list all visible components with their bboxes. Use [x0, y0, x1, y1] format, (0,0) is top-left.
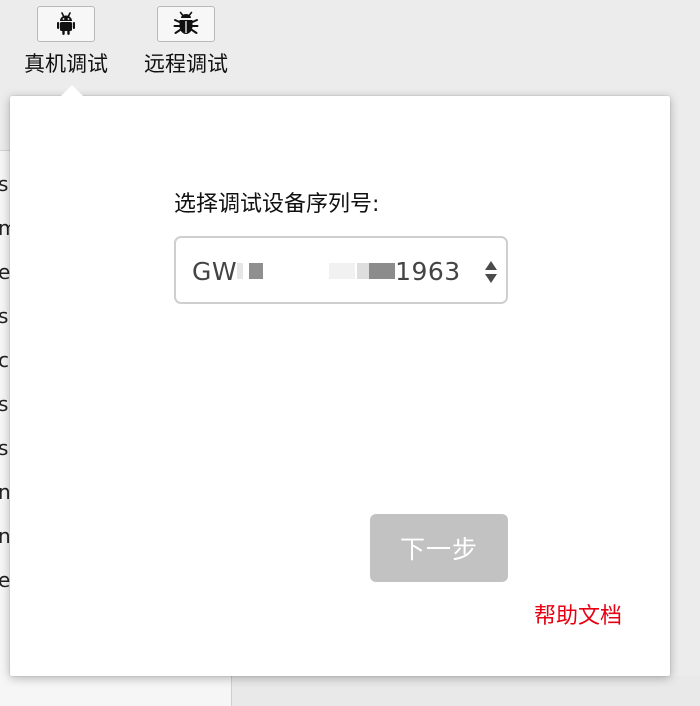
- background-content-area: [232, 676, 700, 706]
- list-item[interactable]: s: [0, 437, 8, 459]
- bug-icon: [173, 11, 199, 34]
- redaction-mark: [329, 263, 356, 279]
- popover-arrow: [61, 85, 83, 96]
- list-item[interactable]: s: [0, 305, 8, 327]
- redaction-mark: [237, 263, 244, 279]
- redaction-mark: [249, 263, 264, 279]
- real-device-debug-tab[interactable]: 真机调试: [18, 6, 114, 76]
- remote-debug-icon-button[interactable]: [157, 6, 215, 42]
- device-serial-value: GW 1963: [192, 256, 461, 286]
- help-docs-link[interactable]: 帮助文档: [534, 604, 622, 630]
- list-item[interactable]: e: [0, 261, 10, 283]
- real-device-icon-button[interactable]: [37, 6, 95, 42]
- serial-suffix: 1963: [395, 256, 461, 286]
- toolbar: 真机调试 远程调试: [0, 0, 700, 96]
- redaction-mark: [357, 263, 370, 279]
- android-icon: [57, 12, 75, 35]
- serial-prefix: GW: [192, 256, 238, 286]
- redaction-mark: [263, 263, 330, 279]
- list-item[interactable]: s: [0, 173, 8, 195]
- remote-debug-tab[interactable]: 远程调试: [138, 6, 234, 76]
- real-device-debug-label: 真机调试: [24, 52, 108, 76]
- up-down-arrows-icon: [485, 261, 497, 283]
- real-device-debug-popover: 选择调试设备序列号: GW 1963 下一步 帮助文档: [10, 85, 670, 676]
- list-item[interactable]: s: [0, 393, 8, 415]
- device-serial-select[interactable]: GW 1963: [174, 236, 508, 304]
- next-step-button[interactable]: 下一步: [370, 514, 508, 582]
- device-serial-label: 选择调试设备序列号:: [174, 192, 380, 217]
- redaction-mark: [369, 263, 396, 279]
- remote-debug-label: 远程调试: [144, 52, 228, 76]
